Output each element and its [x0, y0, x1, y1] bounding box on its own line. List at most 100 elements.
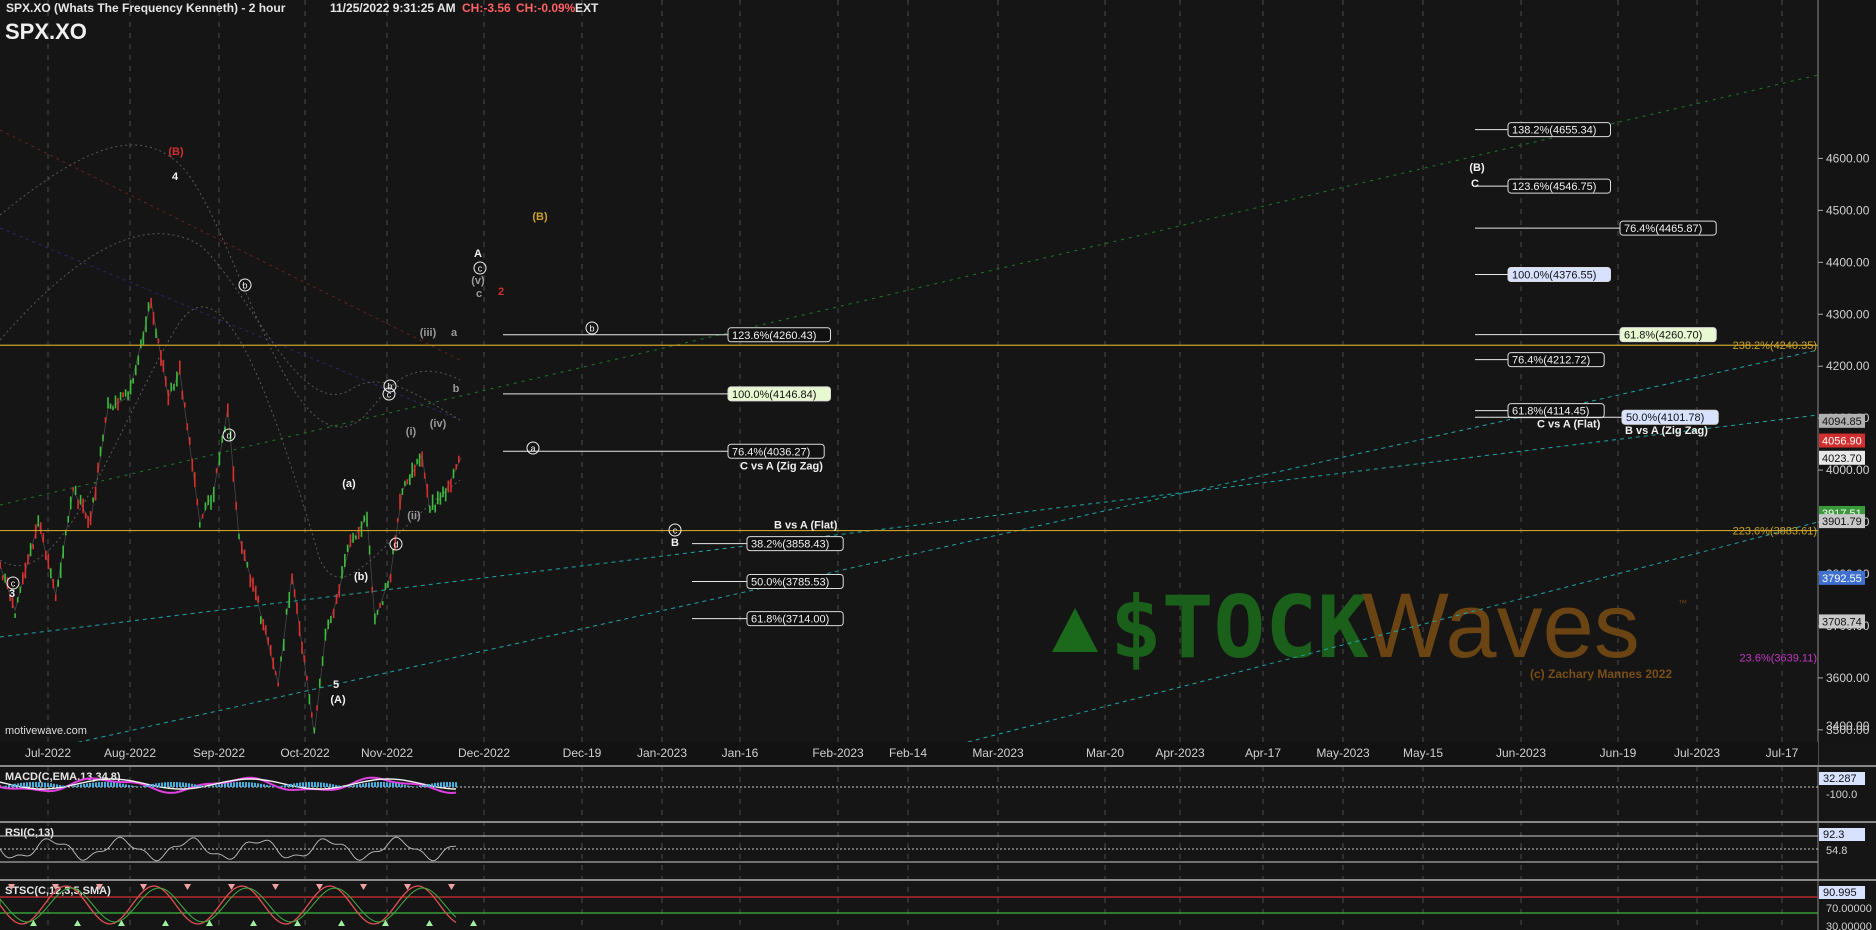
wave-label: 3 — [9, 588, 15, 600]
y-tick-label: 4500.00 — [1826, 203, 1870, 217]
fib-right-label: 50.0%(4101.78) — [1626, 412, 1704, 424]
x-tick-label: May-15 — [1403, 746, 1443, 760]
x-tick-label: Feb-14 — [889, 746, 927, 760]
indicator-value: 90.995 — [1823, 887, 1857, 899]
y-tick-label: 3400.00 — [1826, 719, 1870, 733]
wave-label: b — [387, 382, 392, 392]
watermark-copyright: (c) Zachary Mannes 2022 — [1530, 667, 1672, 681]
wave-label: (i) — [406, 426, 417, 438]
wave-label: (a) — [342, 478, 356, 490]
x-tick-label: Jun-2023 — [1496, 746, 1546, 760]
indicator-panes: MACD(C,EMA,13,34,8) 32.287 -100.0 RSI(C,13)… — [0, 765, 1876, 930]
y-tick-label: 4400.00 — [1826, 255, 1870, 269]
chart-header-session: EXT — [575, 1, 599, 15]
indicator-tick: 30.00000 — [1826, 921, 1872, 930]
fib-label-magenta: 23.6%(3639.11) — [1740, 653, 1817, 665]
fib-b-label: 50.0%(3785.53) — [751, 577, 829, 589]
indicator-name: RSI(C,13) — [5, 827, 54, 839]
wave-label: 2 — [498, 286, 504, 298]
wave-label: d — [226, 431, 231, 441]
indicator-value: 32.287 — [1823, 773, 1857, 785]
chart-header-title: SPX.XO (Whats The Frequency Kenneth) - 2… — [6, 1, 286, 15]
indicator-tick: 70.00000 — [1826, 903, 1872, 915]
price-tag-label: 3708.74 — [1822, 616, 1862, 628]
x-tick-label: Apr-17 — [1245, 746, 1281, 760]
fib-left-label: 100.0%(4146.84) — [732, 389, 816, 401]
price-tag-label: 3792.55 — [1822, 573, 1862, 585]
indicator-name: MACD(C,EMA,13,34,8) — [5, 771, 121, 783]
fib-b-head: B vs A (Flat) — [774, 520, 838, 532]
wave-label: c — [478, 264, 483, 274]
fib-right-label: 123.6%(4546.75) — [1512, 181, 1596, 193]
wave-label: (A) — [330, 694, 346, 706]
x-tick-label: Jan-2023 — [637, 746, 687, 760]
watermark: $TOCK Waves ™ (c) Zachary Mannes 2022 — [1052, 575, 1687, 681]
fib-b-label: 61.8%(3714.00) — [751, 614, 829, 626]
wave-label: c — [11, 579, 16, 589]
wave-label: (b) — [354, 571, 368, 583]
wave-label: 5 — [333, 679, 339, 691]
y-tick-label: 4600.00 — [1826, 151, 1870, 165]
y-tick-label: 4300.00 — [1826, 307, 1870, 321]
chart-canvas: $TOCK Waves ™ (c) Zachary Mannes 2022 23… — [0, 0, 1876, 930]
fib-left-sub: C vs A (Zig Zag) — [740, 460, 823, 472]
fib-b-label: 38.2%(3858.43) — [751, 539, 829, 551]
x-tick-label: Feb-2023 — [812, 746, 864, 760]
y-tick-label: 4000.00 — [1826, 463, 1870, 477]
wave-label: A — [474, 248, 482, 260]
fib-right-sub: B vs A (Zig Zag) — [1625, 425, 1708, 437]
indicator-value: 92.3 — [1823, 829, 1844, 841]
x-tick-label: Mar-2023 — [972, 746, 1024, 760]
fib-right-label: 76.4%(4465.87) — [1624, 223, 1702, 235]
chart-symbol: SPX.XO — [5, 19, 87, 44]
fib-right-label: 61.8%(4114.45) — [1512, 406, 1589, 418]
x-tick-label: Jul-2022 — [25, 746, 71, 760]
chart-header-change-pct: CH:-0.09% — [516, 1, 576, 15]
price-tag-label: 4056.90 — [1822, 436, 1862, 448]
fib-left-label: 76.4%(4036.27) — [732, 446, 810, 458]
y-tick-label: 4200.00 — [1826, 359, 1870, 373]
wave-label: b — [453, 383, 460, 395]
horizontal-line-label: 238.2%(4240.35) — [1733, 340, 1817, 352]
horizontal-line-label: 223.6%(3883.61) — [1733, 526, 1817, 538]
wave-label: a — [451, 327, 458, 339]
x-tick-label: Jul-17 — [1766, 746, 1799, 760]
indicator-tick: -100.0 — [1826, 789, 1857, 801]
wave-label: d — [393, 540, 398, 550]
price-tag-label: 3901.79 — [1822, 516, 1862, 528]
watermark-brand-right: Waves — [1362, 575, 1640, 677]
fib-right-sub: C vs A (Flat) — [1537, 419, 1601, 431]
chart-header-change: CH:-3.56 — [462, 1, 511, 15]
y-tick-label: 3600.00 — [1826, 671, 1870, 685]
x-axis: Aug-2022 Sep-2022 Oct-2022 Nov-2022 Dec-2022… — [0, 742, 1818, 766]
wave-label: (ii) — [407, 510, 421, 522]
x-tick-label: Dec-2022 — [458, 746, 510, 760]
watermark-brand-left: $TOCK — [1110, 578, 1369, 678]
x-tick-label: Oct-2022 — [280, 746, 330, 760]
wave-label: b — [242, 281, 247, 291]
x-tick-label: Jun-19 — [1600, 746, 1637, 760]
x-tick-label: May-2023 — [1316, 746, 1370, 760]
footer-source: motivewave.com — [5, 725, 87, 737]
x-tick-label: Nov-2022 — [361, 746, 413, 760]
x-tick-label: Dec-19 — [563, 746, 602, 760]
wave-label: c — [673, 526, 678, 536]
wave-label: (v) — [471, 275, 485, 287]
fib-right-label: 138.2%(4655.34) — [1512, 125, 1596, 137]
price-tag-label: 4094.85 — [1822, 416, 1862, 428]
wave-label: B — [671, 537, 679, 549]
wave-label: C — [1471, 178, 1479, 190]
wave-label: a — [530, 444, 535, 454]
wave-label: (iii) — [420, 327, 437, 339]
chart-header-datetime: 11/25/2022 9:31:25 AM — [330, 1, 456, 15]
wave-label: (iv) — [430, 418, 447, 430]
wave-label: (B) — [168, 146, 184, 158]
wave-label: 4 — [172, 171, 179, 183]
price-tag-label: 4023.70 — [1822, 453, 1862, 465]
watermark-tm: ™ — [1678, 598, 1687, 608]
x-tick-label: Jan-16 — [722, 746, 759, 760]
fib-right-label: 61.8%(4260.70) — [1624, 330, 1702, 342]
x-tick-label: Mar-20 — [1086, 746, 1124, 760]
x-tick-label: Aug-2022 — [104, 746, 156, 760]
wave-label: (B) — [1469, 162, 1485, 174]
